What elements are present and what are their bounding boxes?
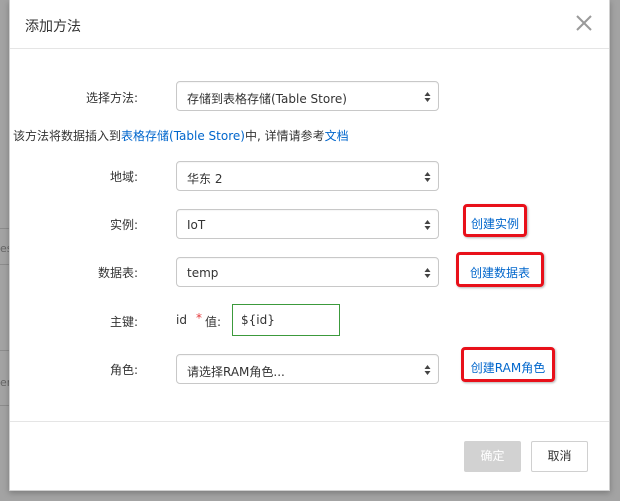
primary-key-value-input[interactable]: ${id} <box>232 304 340 336</box>
table-label: 数据表: <box>97 266 138 280</box>
required-mark: * <box>196 311 202 325</box>
instance-label: 实例: <box>109 218 138 232</box>
docs-link[interactable]: 文档 <box>325 129 349 143</box>
select-arrows-icon <box>424 268 431 278</box>
table-select-value: temp <box>187 266 219 280</box>
create-ram-role-button[interactable]: 创建RAM角色 <box>461 347 555 382</box>
create-table-button[interactable]: 创建数据表 <box>456 252 544 287</box>
select-arrows-icon <box>424 172 431 182</box>
dialog-title: 添加方法 <box>25 19 81 35</box>
table-store-link[interactable]: 表格存储(Table Store) <box>121 129 245 143</box>
instance-select-value: IoT <box>187 218 206 232</box>
region-select-value: 华东 2 <box>187 172 223 186</box>
role-label: 角色: <box>109 363 138 377</box>
role-select[interactable]: 请选择RAM角色... <box>176 354 439 384</box>
add-method-dialog: 添加方法 选择方法: 存储到表格存储(Table Store) 该方法将数据插入… <box>9 0 610 491</box>
method-select-value: 存储到表格存储(Table Store) <box>187 92 347 106</box>
primary-key-label: 主键: <box>109 315 138 329</box>
cancel-button[interactable]: 取消 <box>531 441 588 472</box>
confirm-button[interactable]: 确定 <box>464 441 521 472</box>
role-select-value: 请选择RAM角色... <box>187 365 285 379</box>
instance-select[interactable]: IoT <box>176 209 439 239</box>
header-divider <box>10 48 609 49</box>
description-text: 中, 详情请参考 <box>244 129 325 143</box>
method-label: 选择方法: <box>85 91 138 105</box>
select-arrows-icon <box>424 365 431 375</box>
close-icon[interactable] <box>573 12 595 34</box>
create-ram-role-label: 创建RAM角色 <box>470 361 546 375</box>
create-instance-label: 创建实例 <box>470 217 519 231</box>
select-arrows-icon <box>424 220 431 230</box>
method-select[interactable]: 存储到表格存储(Table Store) <box>176 81 439 111</box>
select-arrows-icon <box>424 92 431 102</box>
description-text: 该方法将数据插入到 <box>13 129 122 143</box>
method-description: 该方法将数据插入到表格存储(Table Store)中, 详情请参考文档 <box>13 127 349 144</box>
region-label: 地域: <box>109 170 138 184</box>
create-instance-button[interactable]: 创建实例 <box>463 204 527 237</box>
create-table-label: 创建数据表 <box>469 266 530 280</box>
primary-key-value-label: 值: <box>205 315 222 329</box>
primary-key-name: id <box>176 313 187 327</box>
footer-divider <box>10 421 609 422</box>
region-select[interactable]: 华东 2 <box>176 161 439 191</box>
table-select[interactable]: temp <box>176 257 439 287</box>
